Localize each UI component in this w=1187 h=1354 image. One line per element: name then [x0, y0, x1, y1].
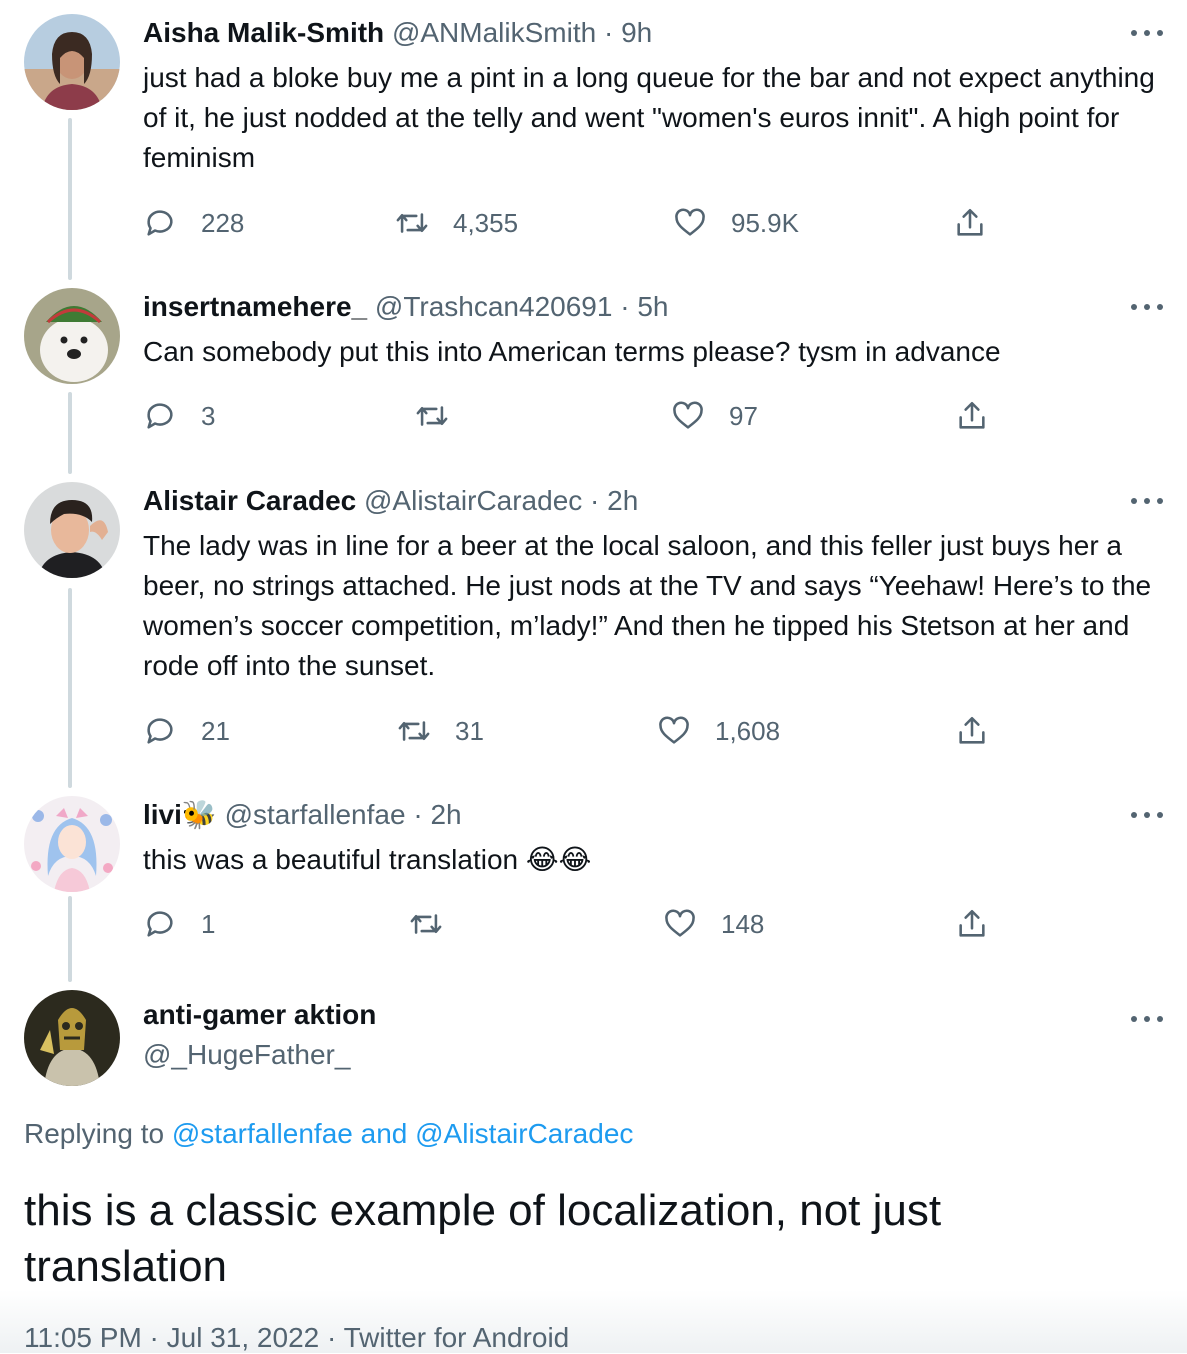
- tweet-header: Aisha Malik-Smith @ANMalikSmith · 9h: [143, 14, 652, 52]
- tweet-livi[interactable]: livi🐝 @starfallenfae · 2h this was a bea…: [0, 782, 1187, 972]
- like-button[interactable]: 1,608: [657, 711, 780, 751]
- tweet-body: just had a bloke buy me a pint in a long…: [143, 62, 1155, 173]
- share-icon: [959, 716, 985, 744]
- tweet-time[interactable]: 9h: [621, 17, 652, 48]
- main-author-name[interactable]: anti-gamer aktion: [143, 996, 376, 1034]
- tweet-aisha[interactable]: Aisha Malik-Smith @ANMalikSmith · 9h jus…: [0, 0, 1187, 270]
- share-icon: [957, 208, 983, 236]
- tweet-header: insertnamehere_ @Trashcan420691 · 5h: [143, 288, 668, 326]
- reply-icon: [147, 210, 173, 236]
- retweet-icon: [398, 721, 430, 741]
- separator: ·: [612, 291, 638, 322]
- retweet-icon: [410, 914, 442, 934]
- reply-button[interactable]: 3: [143, 396, 215, 436]
- tweet-body: this was a beautiful translation 😂😂: [143, 844, 592, 875]
- tweet-timestamp[interactable]: 11:05 PM · Jul 31, 2022 · Twitter for An…: [24, 1322, 569, 1354]
- author-handle[interactable]: @Trashcan420691: [375, 291, 613, 322]
- tweet-time[interactable]: 2h: [607, 485, 638, 516]
- tweet-header: livi🐝 @starfallenfae · 2h: [143, 796, 462, 834]
- tweet-header: Alistair Caradec @AlistairCaradec · 2h: [143, 482, 638, 520]
- replying-user-link[interactable]: @AlistairCaradec: [415, 1118, 633, 1149]
- avatar[interactable]: [24, 14, 120, 110]
- main-tweet-text: this is a classic example of localizatio…: [24, 1186, 942, 1291]
- replying-prefix: Replying to: [24, 1118, 172, 1149]
- like-count: 97: [729, 400, 758, 431]
- retweet-icon: [416, 406, 448, 426]
- replying-user-link[interactable]: @starfallenfae: [172, 1118, 353, 1149]
- more-icon[interactable]: [1131, 808, 1163, 820]
- reply-button[interactable]: 1: [143, 904, 215, 944]
- more-icon[interactable]: [1131, 1012, 1163, 1024]
- share-button[interactable]: [953, 203, 987, 243]
- like-count: 95.9K: [731, 207, 799, 238]
- like-count: 148: [721, 908, 765, 939]
- author-name[interactable]: livi: [143, 799, 182, 830]
- avatar[interactable]: [24, 482, 120, 578]
- retweet-button[interactable]: [409, 904, 467, 944]
- replying-to: Replying to @starfallenfae and @Alistair…: [24, 1118, 633, 1150]
- author-handle[interactable]: @starfallenfae: [225, 799, 406, 830]
- retweet-button[interactable]: [415, 396, 473, 436]
- tweet-time[interactable]: 2h: [430, 799, 461, 830]
- author-name[interactable]: Alistair Caradec: [143, 485, 356, 516]
- tweet-time[interactable]: 5h: [637, 291, 668, 322]
- avatar[interactable]: [24, 990, 120, 1086]
- reply-count: 21: [201, 715, 230, 746]
- reply-icon: [147, 403, 173, 429]
- reply-button[interactable]: 21: [143, 711, 230, 751]
- share-icon: [959, 401, 985, 429]
- reply-count: 228: [201, 207, 245, 238]
- share-button[interactable]: [955, 711, 989, 751]
- author-name[interactable]: Aisha Malik-Smith: [143, 17, 384, 48]
- like-icon: [659, 716, 689, 744]
- like-icon: [675, 208, 705, 236]
- more-icon[interactable]: [1131, 300, 1163, 312]
- like-button[interactable]: 97: [671, 396, 758, 436]
- replying-and: and: [352, 1118, 416, 1149]
- tweet-insertnamehere[interactable]: insertnamehere_ @Trashcan420691 · 5h Can…: [0, 274, 1187, 464]
- main-author-handle[interactable]: @_HugeFather_: [143, 1036, 350, 1074]
- like-icon: [665, 909, 695, 937]
- tweet-actions: 228 4,355 95.9K: [143, 203, 1143, 243]
- retweet-count: 4,355: [453, 207, 519, 238]
- tweet-body: Can somebody put this into American term…: [143, 336, 1001, 367]
- tweet-actions: 1 148: [143, 904, 1143, 944]
- avatar[interactable]: [24, 796, 120, 892]
- author-name[interactable]: insertnamehere_: [143, 291, 367, 322]
- more-icon[interactable]: [1131, 494, 1163, 506]
- separator: ·: [405, 799, 431, 830]
- tweet-actions: 21 31 1,608: [143, 711, 1143, 751]
- reply-icon: [147, 911, 173, 937]
- reply-count: 1: [201, 908, 216, 939]
- reply-icon: [147, 718, 173, 744]
- tweet-actions: 3 97: [143, 396, 1143, 436]
- tweet-body: The lady was in line for a beer at the l…: [143, 530, 1152, 681]
- retweet-button[interactable]: 31: [397, 711, 484, 751]
- author-handle[interactable]: @ANMalikSmith: [392, 17, 596, 48]
- retweet-button[interactable]: 4,355: [395, 203, 518, 243]
- more-icon[interactable]: [1131, 26, 1163, 38]
- bee-emoji: 🐝: [181, 799, 217, 830]
- reply-count: 3: [201, 400, 216, 431]
- separator: ·: [596, 17, 622, 48]
- retweet-icon: [396, 213, 428, 233]
- reply-button[interactable]: 228: [143, 203, 244, 243]
- like-count: 1,608: [715, 715, 781, 746]
- author-handle[interactable]: @AlistairCaradec: [364, 485, 582, 516]
- like-icon: [673, 401, 703, 429]
- separator: ·: [582, 485, 608, 516]
- share-button[interactable]: [955, 904, 989, 944]
- avatar[interactable]: [24, 288, 120, 384]
- share-icon: [959, 909, 985, 937]
- retweet-count: 31: [455, 715, 484, 746]
- share-button[interactable]: [955, 396, 989, 436]
- like-button[interactable]: 148: [663, 904, 764, 944]
- like-button[interactable]: 95.9K: [673, 203, 799, 243]
- tweet-alistair[interactable]: Alistair Caradec @AlistairCaradec · 2h T…: [0, 468, 1187, 788]
